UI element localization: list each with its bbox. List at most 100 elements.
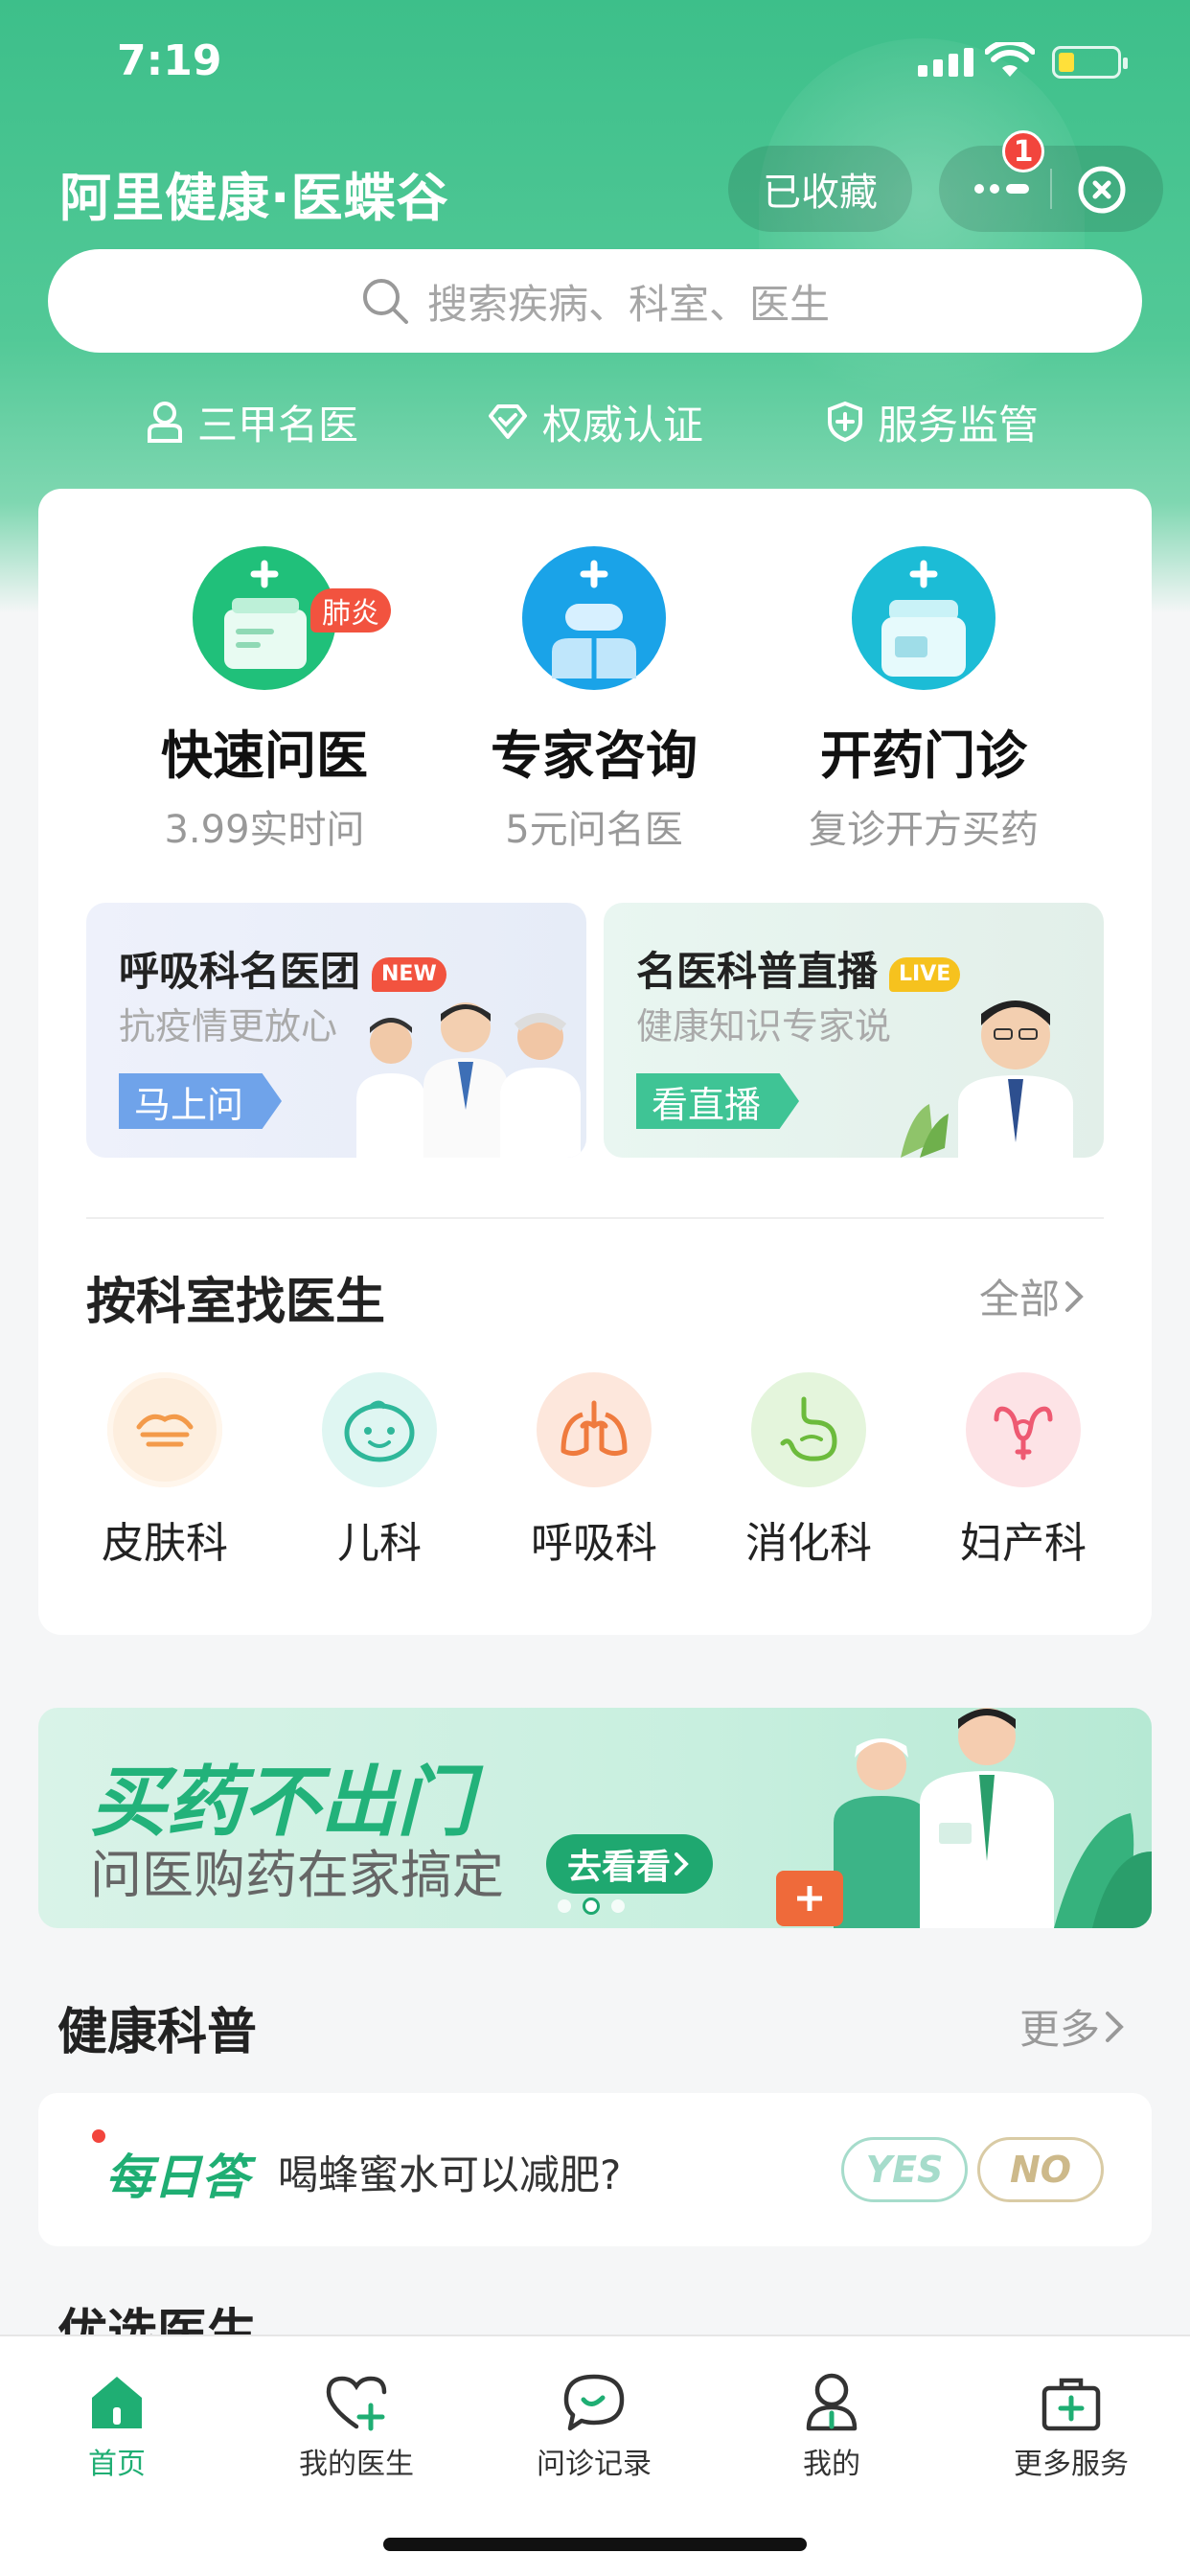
promo-subtitle: 健康知识专家说 — [636, 1005, 892, 1047]
search-input[interactable]: 搜索疾病、科室、医生 — [48, 249, 1142, 353]
tab-label: 问诊记录 — [537, 2448, 652, 2481]
doctor-team-illustration — [356, 1002, 581, 1158]
new-tag: NEW — [372, 956, 446, 992]
chat-bubble-icon — [563, 2374, 625, 2431]
promo-live-stream[interactable]: 名医科普直播 LIVE 健康知识专家说 看直播 — [604, 903, 1104, 1158]
app-title: 阿里健康·医蝶谷 — [59, 168, 449, 228]
promo-title-text: 名医科普直播 — [636, 948, 879, 995]
trust-badge-top-doctors: 三甲名医 — [146, 393, 358, 450]
dept-label: 皮肤科 — [102, 1519, 228, 1568]
main-services-card: 快速问医 3.99实时问 肺炎 专家咨询 5元问名医 开药门诊 复诊开方买药 呼… — [38, 489, 1152, 1635]
tab-label: 我的 — [803, 2448, 860, 2481]
no-button[interactable]: NO — [977, 2137, 1104, 2202]
notification-badge: 1 — [1002, 130, 1044, 172]
banner-subline: 问医购药在家搞定 — [90, 1845, 504, 1905]
wifi-icon — [985, 42, 1035, 77]
departments-title: 按科室找医生 — [86, 1274, 386, 1331]
pharmacy-banner[interactable]: 买药不出门 问医购药在家搞定 去看看 — [38, 1708, 1152, 1928]
dept-label: 妇产科 — [960, 1519, 1087, 1568]
banner-button-label: 去看看 — [567, 1848, 672, 1887]
chevron-right-icon — [1065, 1280, 1084, 1312]
dept-gastroenterology[interactable]: 消化科 — [722, 1372, 895, 1570]
doctor-badge-icon — [148, 402, 182, 443]
carousel-dots — [558, 1898, 625, 1915]
health-section-title: 健康科普 — [57, 2004, 258, 2061]
medkit-icon — [1041, 2378, 1101, 2431]
dept-label: 儿科 — [337, 1519, 422, 1568]
service-title: 开药门诊 — [820, 725, 1027, 786]
status-time: 7:19 — [117, 36, 222, 85]
tab-consult-records[interactable]: 问诊记录 — [489, 2359, 699, 2482]
tab-label: 更多服务 — [1014, 2448, 1129, 2481]
child-face-icon — [344, 1400, 415, 1462]
chevron-right-icon — [1106, 2011, 1124, 2042]
home-indicator — [383, 2538, 807, 2551]
yes-button[interactable]: YES — [841, 2137, 968, 2202]
trust-label: 权威认证 — [542, 401, 704, 448]
pneumonia-tag: 肺炎 — [310, 588, 391, 632]
diamond-check-icon — [489, 404, 527, 439]
service-prescription-clinic[interactable]: 开药门诊 复诊开方买药 — [761, 546, 1087, 854]
watch-live-button[interactable]: 看直播 — [636, 1073, 800, 1129]
promo-respiratory-team[interactable]: 呼吸科名医团 NEW 抗疫情更放心 马上问 — [86, 903, 586, 1158]
departments-all-link[interactable]: 全部 — [979, 1267, 1087, 1325]
tab-label: 首页 — [88, 2448, 146, 2481]
capsule-divider — [1050, 169, 1052, 209]
dept-label: 消化科 — [745, 1519, 872, 1568]
trust-label: 服务监管 — [878, 401, 1040, 448]
doctor-portrait-illustration — [901, 1000, 1073, 1158]
trust-badge-supervised: 服务监管 — [826, 393, 1039, 450]
mini-program-capsule — [939, 146, 1163, 232]
banner-go-button[interactable]: 去看看 — [546, 1834, 714, 1894]
service-quick-consult[interactable]: 快速问医 3.99实时问 肺炎 — [102, 546, 427, 854]
service-title: 快速问医 — [161, 725, 368, 786]
signal-icon — [918, 48, 973, 77]
tab-mine[interactable]: 我的 — [726, 2359, 937, 2482]
ask-now-button[interactable]: 马上问 — [119, 1073, 283, 1129]
dept-label: 呼吸科 — [531, 1519, 657, 1568]
prescription-clinic-icon — [852, 546, 995, 690]
dept-dermatology[interactable]: 皮肤科 — [79, 1372, 251, 1570]
chevron-right-icon — [675, 1852, 689, 1875]
service-expert-consult[interactable]: 专家咨询 5元问名医 — [431, 546, 757, 854]
favorite-button[interactable]: 已收藏 — [728, 146, 912, 232]
carousel-dot[interactable] — [611, 1899, 625, 1913]
app-screen: 7:19 阿里健康·医蝶谷 已收藏 1 搜索疾病、科室、医生 三甲名医 权威认证… — [0, 0, 1190, 2576]
promo-title-text: 呼吸科名医团 — [119, 948, 361, 995]
trust-label: 三甲名医 — [197, 401, 359, 448]
tab-my-doctors[interactable]: 我的医生 — [251, 2359, 462, 2482]
health-more-link[interactable]: 更多 — [1019, 1997, 1127, 2056]
status-bar: 7:19 — [0, 0, 1190, 134]
heart-plus-icon — [326, 2376, 387, 2431]
more-icon[interactable] — [973, 182, 1031, 196]
user-icon — [806, 2373, 858, 2431]
stomach-icon — [780, 1396, 837, 1461]
close-icon[interactable] — [1075, 163, 1129, 217]
more-label: 全部 — [979, 1276, 1061, 1322]
daily-qa-card[interactable]: 每日答 喝蜂蜜水可以减肥? YES NO — [38, 2093, 1152, 2246]
uterus-icon — [994, 1406, 1053, 1460]
dept-respiratory[interactable]: 呼吸科 — [508, 1372, 680, 1570]
dept-obstetrics-gynecology[interactable]: 妇产科 — [937, 1372, 1110, 1570]
carousel-dot-active[interactable] — [583, 1898, 600, 1915]
service-subtitle: 复诊开方买药 — [809, 808, 1039, 852]
expert-consult-icon — [522, 546, 666, 690]
tab-label: 我的医生 — [299, 2448, 414, 2481]
carousel-dot[interactable] — [558, 1899, 571, 1913]
dept-pediatrics[interactable]: 儿科 — [293, 1372, 466, 1570]
promo-title: 呼吸科名医团 NEW — [119, 939, 446, 998]
service-subtitle: 5元问名医 — [505, 808, 683, 852]
search-icon — [362, 279, 408, 324]
unread-dot — [92, 2129, 105, 2143]
tab-more-services[interactable]: 更多服务 — [966, 2359, 1177, 2482]
more-label: 更多 — [1019, 2006, 1101, 2053]
service-title: 专家咨询 — [491, 725, 698, 786]
shield-plus-icon — [828, 401, 862, 443]
home-icon — [92, 2377, 142, 2428]
trust-badge-certified: 权威认证 — [487, 393, 703, 450]
battery-icon — [1052, 46, 1128, 79]
daily-qa-question: 喝蜂蜜水可以减肥? — [278, 2151, 622, 2198]
search-placeholder: 搜索疾病、科室、医生 — [426, 280, 830, 328]
doctor-nurse-illustration — [776, 1708, 1152, 1928]
tab-home[interactable]: 首页 — [11, 2359, 222, 2482]
